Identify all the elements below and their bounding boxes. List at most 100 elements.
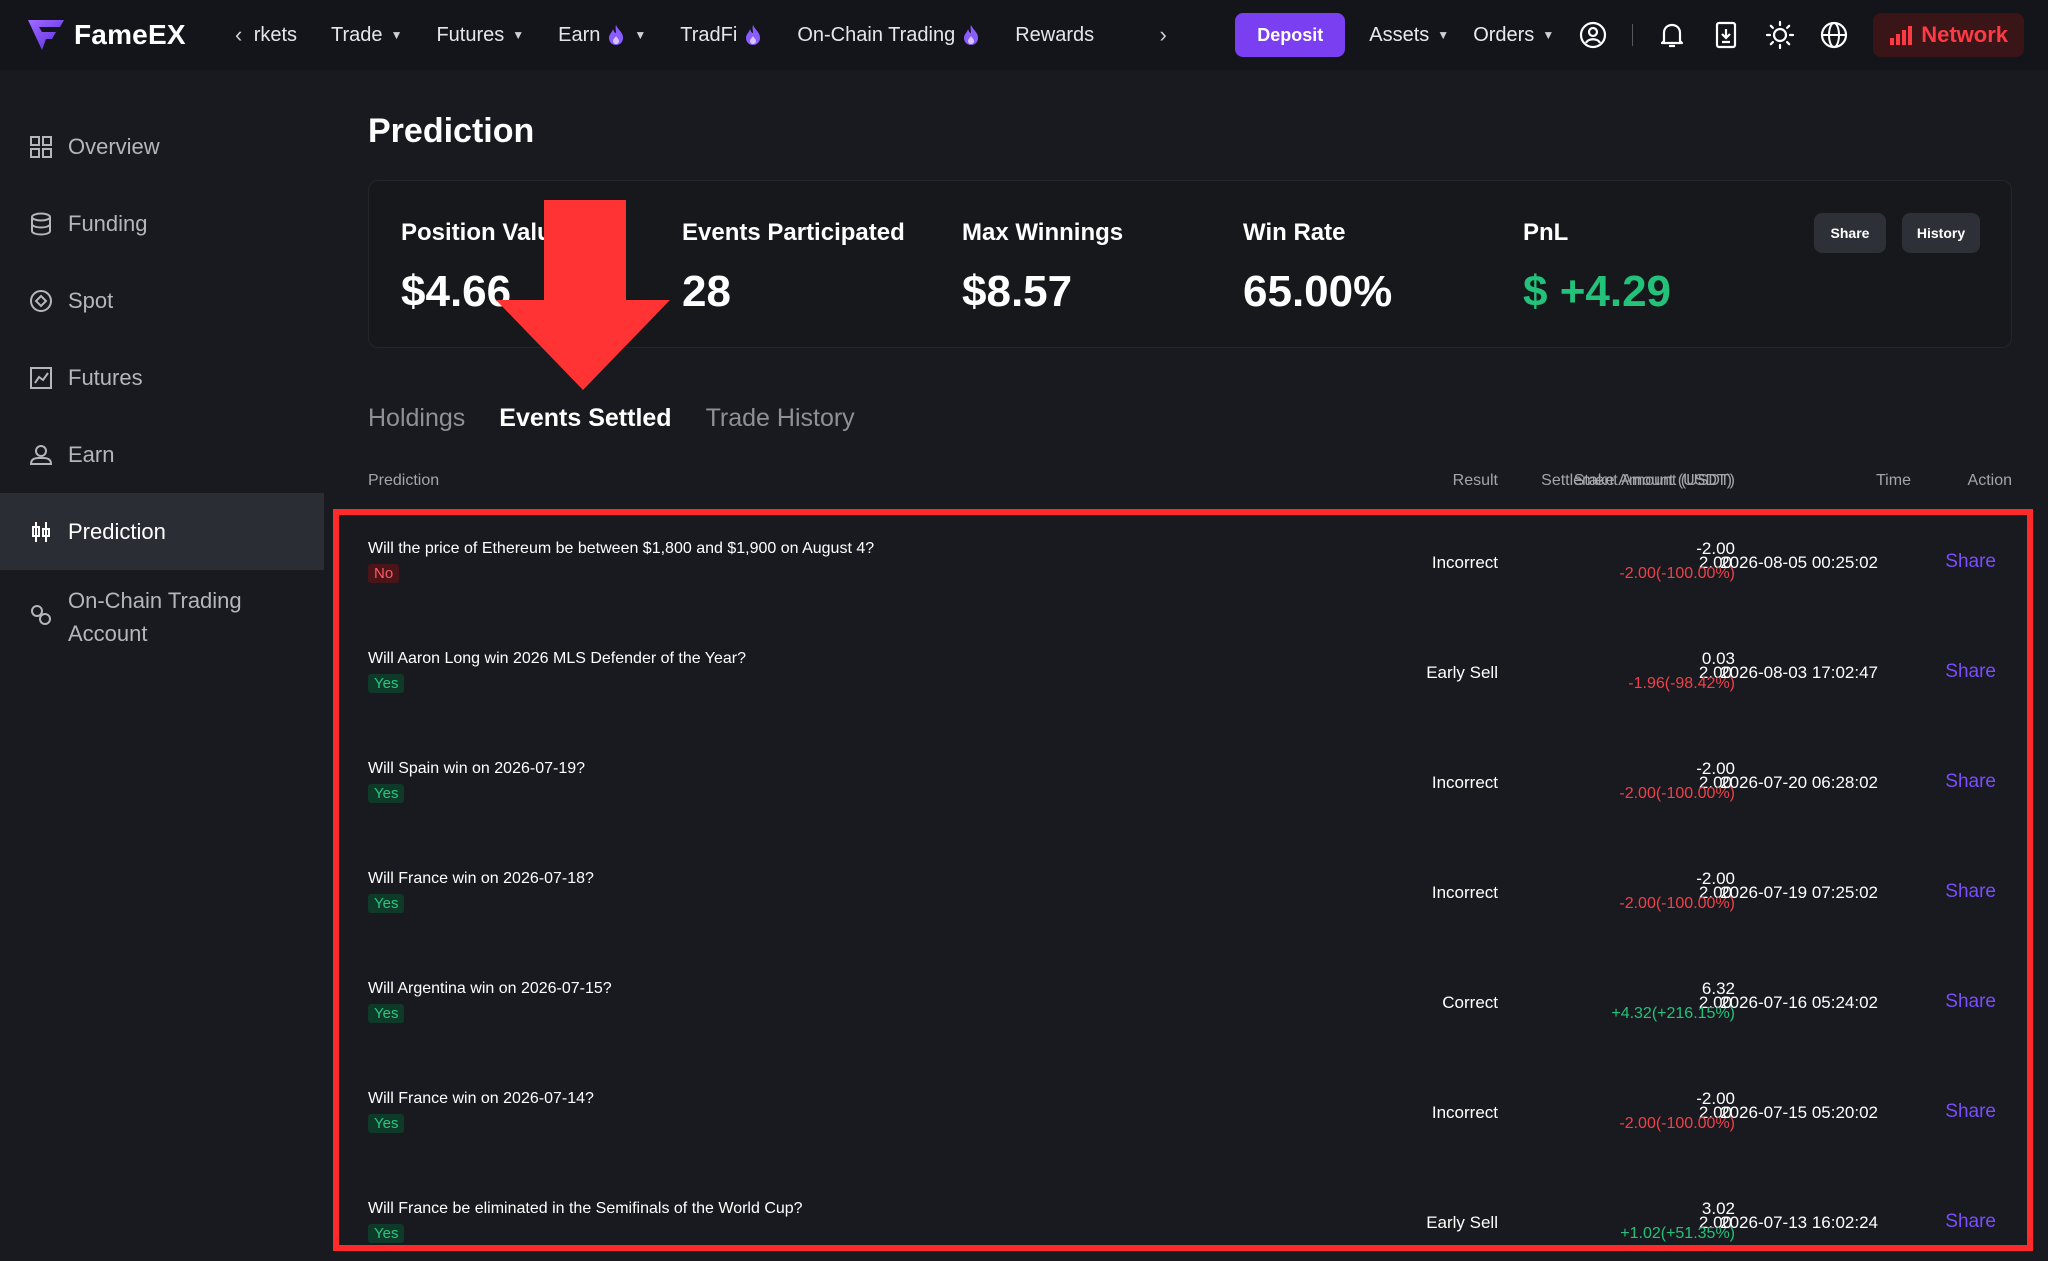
futures-icon [30,366,52,389]
earn-icon [29,444,53,465]
stats-summary-card: Position Valu $4.66 Events Participated … [368,180,2012,348]
nav-scroll-right-icon[interactable]: › [1148,22,1178,48]
bell-icon[interactable] [1657,20,1687,50]
nav-item-markets[interactable]: rkets [254,24,297,47]
row-share-link[interactable]: Share [1945,771,1996,793]
assets-label: Assets [1369,23,1430,46]
nav-item-rewards[interactable]: Rewards [1015,24,1094,47]
network-label: Network [1921,22,2008,47]
nav-item-trade[interactable]: Trade ▼ [331,24,402,47]
nav-label: Trade [331,23,383,46]
globe-icon[interactable] [1819,20,1849,50]
sidebar-item-label: Overview [68,134,160,159]
row-share-link[interactable]: Share [1945,881,1996,903]
sidebar-item-label: Earn [68,442,115,467]
row-share-link[interactable]: Share [1945,661,1996,683]
orders-dropdown[interactable]: Orders ▼ [1473,24,1554,47]
chevron-down-icon: ▼ [1542,28,1555,42]
share-button[interactable]: Share [1814,213,1886,253]
stat-label: Win Rate [1243,219,1346,246]
nav-label: On-Chain Trading [797,23,956,46]
table-row: Will the price of Ethereum be between $1… [368,508,2012,618]
chevron-down-icon: ▼ [1437,28,1450,42]
stat-pnl: PnL $ +4.29 [1523,219,1671,317]
history-button[interactable]: History [1902,213,1980,253]
theme-toggle-icon[interactable] [1765,20,1795,50]
time-cell: 2026-08-03 17:02:47 [1720,663,1878,682]
user-icon-svg [1580,21,1607,49]
download-icon-svg [1716,21,1737,49]
download-icon[interactable] [1711,20,1741,50]
nav-item-onchain-trading[interactable]: On-Chain Trading [797,24,981,47]
settlement-cell: 3.02 +1.02(+51.35%) [1268,1168,1735,1261]
stat-max-winnings: Max Winnings $8.57 [962,219,1123,317]
nav-item-futures[interactable]: Futures ▼ [436,24,524,47]
nav-label: Earn [558,23,601,46]
tab-events-settled[interactable]: Events Settled [499,404,671,433]
user-icon[interactable] [1578,20,1608,50]
header-time: Time [1876,472,1911,489]
settlement-change: +4.32(+216.15%) [1611,1005,1735,1022]
sidebar-item-onchain-trading-account[interactable]: On-Chain Trading Account [0,570,324,670]
nav-scroll-left-icon[interactable]: ‹ [224,22,254,48]
settlement-change: -2.00(-100.00%) [1619,1115,1735,1132]
sidebar-item-funding[interactable]: Funding [0,185,324,262]
prediction-tabs: Holdings Events Settled Trade History [368,404,855,433]
funding-icon [31,212,51,236]
prediction-question: Will Aaron Long win 2026 MLS Defender of… [368,650,747,667]
nav-item-tradfi[interactable]: TradFi [680,24,763,47]
tab-holdings[interactable]: Holdings [368,404,465,433]
sidebar-item-label: On-Chain Trading Account [68,588,242,646]
time-cell: 2026-07-19 07:25:02 [1720,883,1878,902]
top-navbar: FameEX ‹ rkets Trade ▼ Futures ▼ Earn ▼ Tr… [0,0,2048,70]
side-badge: Yes [368,674,405,693]
settlement-cell: 6.32 +4.32(+216.15%) [1268,948,1735,1058]
nav-item-earn[interactable]: Earn ▼ [558,24,646,47]
nav-divider [1632,24,1634,46]
chevron-down-icon: ▼ [512,28,525,42]
fameex-logo[interactable]: FameEX [26,18,186,52]
tab-trade-history[interactable]: Trade History [706,404,855,433]
sidebar-item-label: Futures [68,365,143,390]
prediction-question: Will Spain win on 2026-07-19? [368,760,586,777]
chevron-down-icon: ▼ [634,28,647,42]
stat-label: Events Participated [682,219,905,246]
network-status-button[interactable]: Network [1873,13,2024,57]
nav-label: Rewards [1015,23,1095,46]
side-badge: No [368,564,400,583]
orders-label: Orders [1473,23,1535,46]
deposit-button[interactable]: Deposit [1235,13,1346,57]
stat-value: 28 [682,267,731,316]
onchain-icon [31,605,51,625]
row-share-link[interactable]: Share [1945,551,1996,573]
time-cell: 2026-07-15 05:20:02 [1720,1103,1878,1122]
sidebar-item-overview[interactable]: Overview [0,108,324,185]
settlement-change: -2.00(-100.00%) [1619,895,1735,912]
nav-right-group: Deposit Assets ▼ Orders ▼ Network [1235,0,2024,70]
assets-dropdown[interactable]: Assets ▼ [1369,24,1449,47]
row-share-link[interactable]: Share [1945,1211,1996,1233]
settlement-cell: -2.00 -2.00(-100.00%) [1268,838,1735,948]
sidebar-item-futures[interactable]: Futures [0,339,324,416]
row-share-link[interactable]: Share [1945,991,1996,1013]
flame-icon [609,25,624,45]
fameex-logo-icon [28,20,64,50]
page-title: Prediction [368,112,535,150]
table-row: Will Aaron Long win 2026 MLS Defender of… [368,618,2012,728]
settlement-cell: -2.00 -2.00(-100.00%) [1268,728,1735,838]
stat-position-value: Position Valu $4.66 [401,219,552,317]
sidebar-item-earn[interactable]: Earn [0,416,324,493]
row-share-link[interactable]: Share [1945,1101,1996,1123]
signal-icon [1890,26,1913,45]
sidebar-item-spot[interactable]: Spot [0,262,324,339]
table-row: Will France win on 2026-07-18? Yes Incorre… [368,838,2012,948]
settlement-cell: 0.03 -1.96(-98.42%) [1268,618,1735,728]
chevron-down-icon: ▼ [390,28,403,42]
settlement-change: +1.02(+51.35%) [1620,1225,1735,1242]
flame-icon [964,25,979,45]
stat-events-participated: Events Participated 28 [682,219,905,317]
flame-icon [746,25,761,45]
settlement-change: -2.00(-100.00%) [1619,565,1735,582]
sidebar-item-prediction[interactable]: Prediction [0,493,324,570]
side-badge: Yes [368,1224,405,1243]
